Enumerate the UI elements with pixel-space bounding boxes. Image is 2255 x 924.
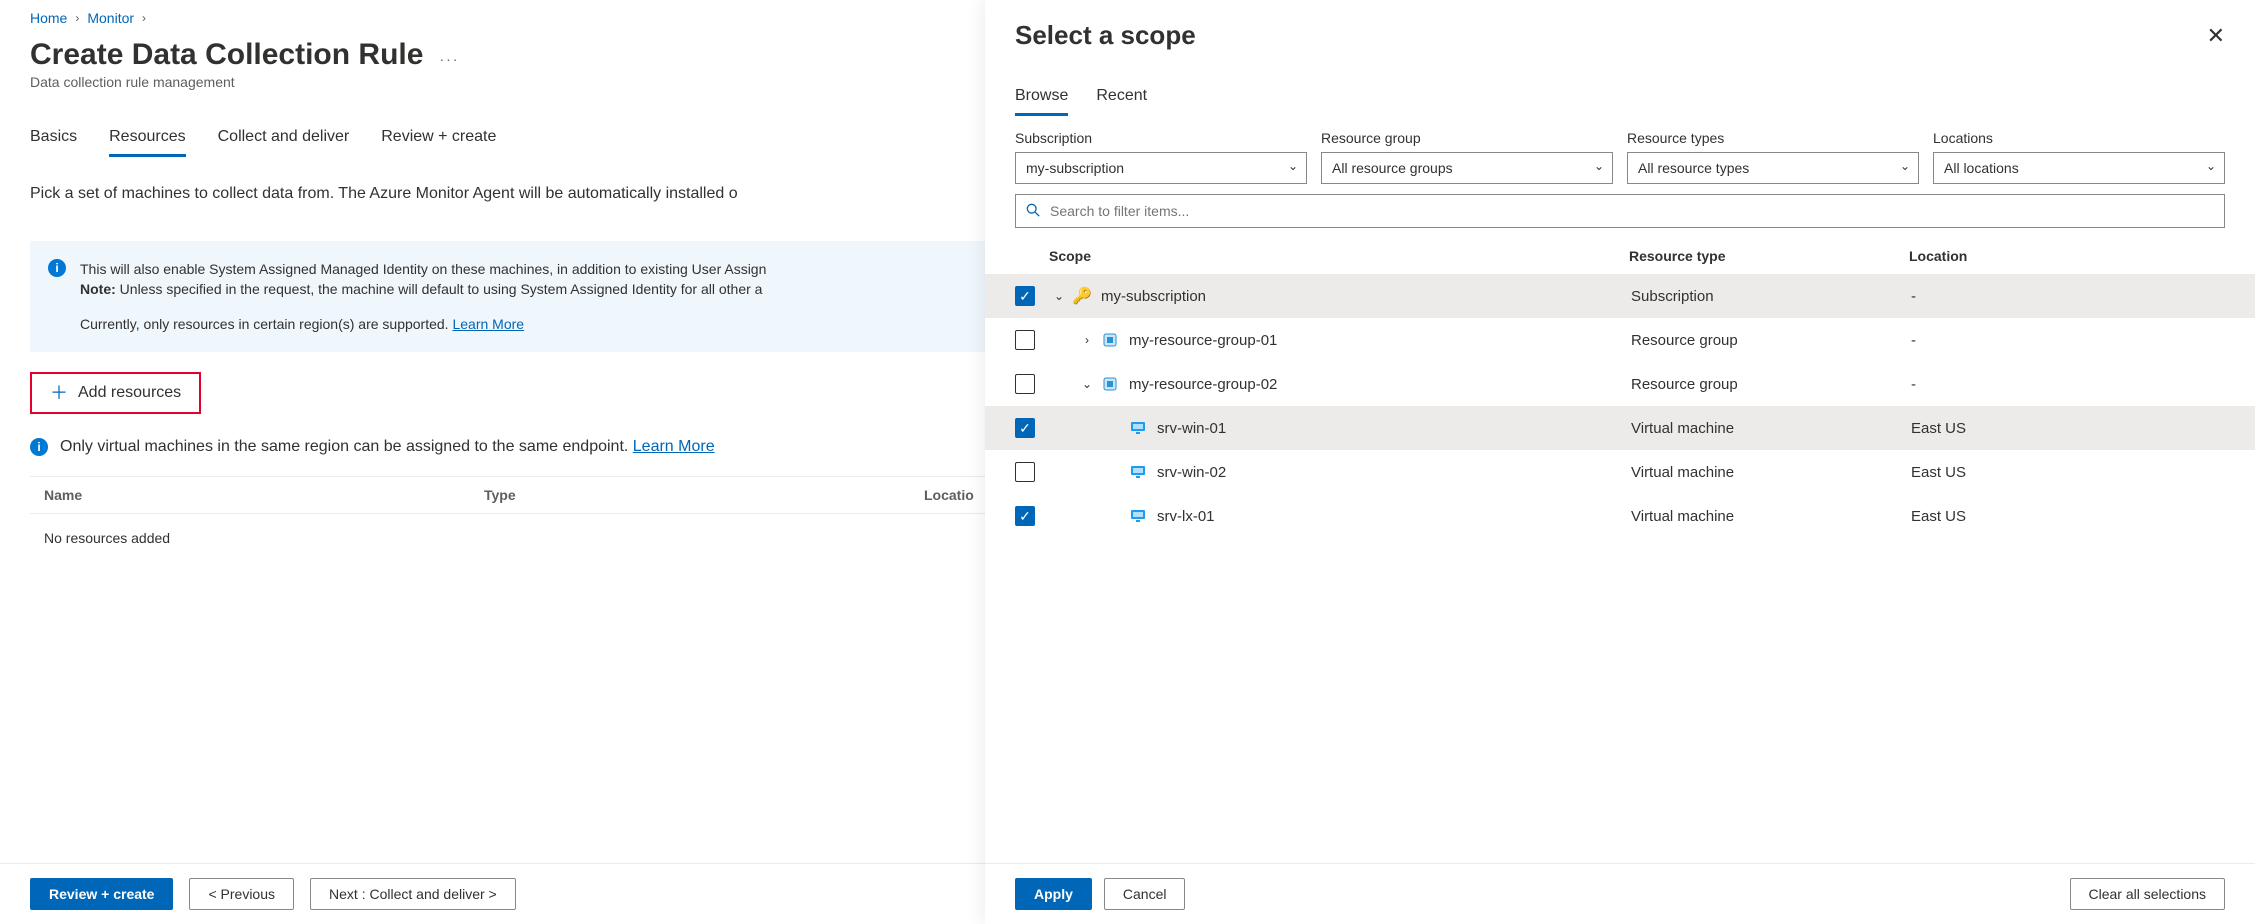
chevron-right-icon[interactable]: ›: [1079, 333, 1095, 347]
scope-row[interactable]: srv-win-02Virtual machineEast US: [985, 450, 2255, 494]
tab-recent[interactable]: Recent: [1096, 87, 1147, 116]
col-scope: Scope: [1049, 248, 1629, 264]
scope-row[interactable]: srv-lx-01Virtual machineEast US: [985, 494, 2255, 538]
row-checkbox[interactable]: [1015, 462, 1035, 482]
tab-resources[interactable]: Resources: [109, 128, 185, 157]
chevron-right-icon: ›: [142, 11, 146, 25]
col-name[interactable]: Name: [44, 487, 484, 503]
chevron-down-icon[interactable]: ⌄: [1051, 289, 1067, 303]
scope-row[interactable]: ⌄ 🔑 my-subscriptionSubscription-: [985, 274, 2255, 318]
tab-browse[interactable]: Browse: [1015, 87, 1068, 116]
chevron-down-icon: ⌄: [1900, 159, 1910, 173]
cancel-button[interactable]: Cancel: [1104, 878, 1186, 910]
scope-panel: Select a scope ✕ Browse Recent Subscript…: [985, 0, 2255, 924]
row-type: Subscription: [1631, 288, 1911, 305]
row-checkbox[interactable]: [1015, 418, 1035, 438]
filter-row: Subscription my-subscription ⌄ Resource …: [985, 116, 2255, 194]
row-type: Virtual machine: [1631, 508, 1911, 525]
add-resources-label: Add resources: [78, 384, 181, 402]
vm-icon: [1129, 419, 1147, 437]
info-icon: i: [30, 438, 48, 456]
locations-select[interactable]: All locations ⌄: [1933, 152, 2225, 184]
search-icon: [1026, 203, 1040, 220]
page-title: Create Data Collection Rule: [30, 38, 423, 72]
row-name: my-resource-group-01: [1129, 332, 1631, 349]
row-name: my-resource-group-02: [1129, 376, 1631, 393]
row-checkbox[interactable]: [1015, 506, 1035, 526]
plus-icon: ＋: [50, 384, 68, 402]
row-name: my-subscription: [1101, 288, 1631, 305]
vm-icon: [1129, 507, 1147, 525]
tab-review[interactable]: Review + create: [381, 128, 496, 157]
subscription-label: Subscription: [1015, 130, 1307, 146]
resource-group-icon: [1101, 375, 1119, 393]
breadcrumb-monitor[interactable]: Monitor: [87, 10, 134, 26]
scope-header-row: Scope Resource type Location: [985, 238, 2255, 274]
previous-button[interactable]: < Previous: [189, 878, 294, 910]
chevron-down-icon: ⌄: [1594, 159, 1604, 173]
row-location: -: [1911, 288, 2225, 305]
clear-selections-button[interactable]: Clear all selections: [2070, 878, 2226, 910]
subscription-select[interactable]: my-subscription ⌄: [1015, 152, 1307, 184]
search-input[interactable]: [1015, 194, 2225, 228]
row-name: srv-win-02: [1157, 464, 1631, 481]
scope-rows: ⌄🔑my-subscriptionSubscription-›my-resour…: [985, 274, 2255, 863]
chevron-down-icon: ⌄: [2206, 159, 2216, 173]
row-name: srv-win-01: [1157, 420, 1631, 437]
scope-row[interactable]: srv-win-01Virtual machineEast US: [985, 406, 2255, 450]
chevron-right-icon: ›: [75, 11, 79, 25]
chevron-down-icon: ⌄: [1288, 159, 1298, 173]
breadcrumb-home[interactable]: Home: [30, 10, 67, 26]
resource-group-select[interactable]: All resource groups ⌄: [1321, 152, 1613, 184]
close-icon[interactable]: ✕: [2207, 25, 2225, 47]
review-create-button[interactable]: Review + create: [30, 878, 173, 910]
key-icon: 🔑: [1073, 287, 1091, 305]
row-location: East US: [1911, 508, 2225, 525]
row-name: srv-lx-01: [1157, 508, 1631, 525]
row-checkbox[interactable]: [1015, 286, 1035, 306]
row-type: Virtual machine: [1631, 464, 1911, 481]
row-type: Virtual machine: [1631, 420, 1911, 437]
row-location: East US: [1911, 420, 2225, 437]
col-resource-type: Resource type: [1629, 248, 1909, 264]
locations-label: Locations: [1933, 130, 2225, 146]
row-type: Resource group: [1631, 376, 1911, 393]
resource-types-select[interactable]: All resource types ⌄: [1627, 152, 1919, 184]
apply-button[interactable]: Apply: [1015, 878, 1092, 910]
scope-row[interactable]: ⌄ my-resource-group-02Resource group-: [985, 362, 2255, 406]
tab-basics[interactable]: Basics: [30, 128, 77, 157]
vm-icon: [1129, 463, 1147, 481]
row-checkbox[interactable]: [1015, 374, 1035, 394]
scope-row[interactable]: › my-resource-group-01Resource group-: [985, 318, 2255, 362]
search-field[interactable]: [1050, 196, 2214, 226]
info-icon: i: [48, 259, 66, 277]
row-location: -: [1911, 376, 2225, 393]
col-location: Location: [1909, 248, 2225, 264]
row-type: Resource group: [1631, 332, 1911, 349]
panel-tabs: Browse Recent: [985, 87, 2255, 116]
row-checkbox[interactable]: [1015, 330, 1035, 350]
learn-more-link[interactable]: Learn More: [452, 316, 524, 332]
learn-more-link[interactable]: Learn More: [633, 438, 715, 455]
next-button[interactable]: Next : Collect and deliver >: [310, 878, 516, 910]
resource-group-label: Resource group: [1321, 130, 1613, 146]
row-location: East US: [1911, 464, 2225, 481]
resource-group-icon: [1101, 331, 1119, 349]
tab-collect[interactable]: Collect and deliver: [218, 128, 350, 157]
panel-footer: Apply Cancel Clear all selections: [985, 863, 2255, 924]
chevron-down-icon[interactable]: ⌄: [1079, 377, 1095, 391]
resource-types-label: Resource types: [1627, 130, 1919, 146]
add-resources-button[interactable]: ＋ Add resources: [30, 372, 201, 414]
panel-title: Select a scope: [1015, 20, 1196, 51]
row-location: -: [1911, 332, 2225, 349]
col-type[interactable]: Type: [484, 487, 924, 503]
more-actions-button[interactable]: ···: [439, 51, 459, 67]
